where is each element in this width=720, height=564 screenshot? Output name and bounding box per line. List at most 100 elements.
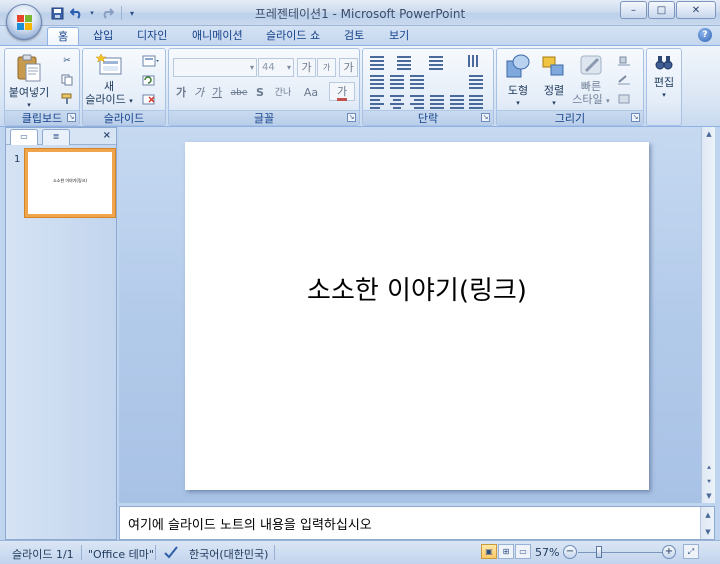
zoom-level[interactable]: 57% <box>535 546 559 559</box>
pane-close-icon[interactable]: × <box>103 130 111 141</box>
clipboard-launcher-icon[interactable]: ↘ <box>67 113 76 122</box>
binoculars-icon <box>655 56 673 70</box>
slides-group: 새 슬라이드 ▾ 슬라이드 <box>82 48 166 126</box>
slides-group-label: 슬라이드 <box>83 110 165 125</box>
slide-thumbnail[interactable]: 소소한 이야기(링크) <box>25 149 115 217</box>
align-right-icon[interactable] <box>408 93 426 109</box>
tab-slideshow[interactable]: 슬라이드 쇼 <box>256 27 330 46</box>
notes-scroll-down-icon[interactable]: ▼ <box>702 525 714 539</box>
editing-dropdown-icon: ▾ <box>662 91 666 99</box>
zoom-slider-track[interactable] <box>578 552 666 553</box>
slides-tab-icon[interactable]: ▭ <box>10 129 38 145</box>
change-case-button[interactable]: Aa <box>299 84 323 103</box>
theme-status: "Office 테마" <box>88 548 154 561</box>
grow-font-button[interactable]: 가 <box>297 58 316 77</box>
shapes-label: 도형 <box>507 84 529 97</box>
format-painter-icon[interactable] <box>59 92 75 106</box>
layout-icon[interactable] <box>141 54 161 68</box>
numbering-icon[interactable] <box>395 54 413 70</box>
tab-design[interactable]: 디자인 <box>127 27 177 46</box>
copy-icon[interactable] <box>59 73 75 87</box>
paragraph-launcher-icon[interactable]: ↘ <box>481 113 490 122</box>
line-spacing-icon[interactable] <box>408 73 426 89</box>
new-slide-button[interactable]: 새 슬라이드 ▾ <box>85 53 133 108</box>
drawing-group: 도형 ▾ 정렬 ▾ 빠른 스타일 ▾ 그리기 ↘ <box>496 48 644 126</box>
shape-outline-icon[interactable] <box>615 73 635 87</box>
outline-tab-icon[interactable]: ≣ <box>42 129 70 145</box>
align-text-icon[interactable] <box>467 73 485 89</box>
slide-canvas[interactable]: 소소한 이야기(링크) <box>185 142 649 490</box>
indent-decrease-icon[interactable] <box>368 73 386 89</box>
scroll-up-icon[interactable]: ▲ <box>703 127 715 141</box>
font-size-select[interactable]: 44 ▾ <box>258 58 294 77</box>
strikethrough-button[interactable]: abe <box>227 84 251 103</box>
decrease-indent-icon[interactable] <box>427 54 445 70</box>
underline-button[interactable]: 가 <box>209 84 225 103</box>
columns-icon[interactable] <box>448 93 466 109</box>
notes-pane[interactable]: 여기에 슬라이드 노트의 내용을 입력하십시오 ▲ ▼ <box>119 506 715 540</box>
editing-button[interactable]: 편집 ▾ <box>649 53 679 102</box>
editing-group: 편집 ▾ <box>646 48 682 126</box>
paragraph-group: 단락 ↘ <box>362 48 494 126</box>
slide-title[interactable]: 소소한 이야기(링크) <box>185 270 649 307</box>
maximize-button[interactable]: □ <box>648 1 675 19</box>
slide-thumbnail-text: 소소한 이야기(링크) <box>53 178 87 183</box>
indent-increase-icon[interactable] <box>388 73 406 89</box>
notes-placeholder[interactable]: 여기에 슬라이드 노트의 내용을 입력하십시오 <box>128 514 372 533</box>
shapes-button[interactable]: 도형 ▾ <box>501 53 535 110</box>
reset-slide-icon[interactable] <box>141 73 157 87</box>
spell-check-icon[interactable] <box>163 544 179 563</box>
zoom-out-icon[interactable]: − <box>563 545 577 559</box>
zoom-slider-thumb[interactable] <box>596 546 602 558</box>
tab-insert[interactable]: 삽입 <box>83 27 123 46</box>
slide-sorter-icon[interactable]: ⊞ <box>498 544 514 559</box>
drawing-launcher-icon[interactable]: ↘ <box>631 113 640 122</box>
tab-animations[interactable]: 애니메이션 <box>182 27 253 46</box>
close-button[interactable]: ✕ <box>676 1 716 19</box>
fit-to-window-icon[interactable]: ⤢ <box>683 544 699 559</box>
paste-button[interactable]: 붙여넣기 ▾ <box>8 53 50 112</box>
help-icon[interactable]: ? <box>698 28 712 42</box>
text-direction-icon[interactable] <box>467 54 485 70</box>
normal-view-icon[interactable]: ▣ <box>481 544 497 559</box>
scroll-down-icon[interactable]: ▼ <box>703 489 715 503</box>
smartart-icon[interactable] <box>467 93 485 109</box>
shadow-button[interactable]: S <box>253 84 267 103</box>
slide-scrollbar[interactable]: ▲ ⯅ ⯆ ▼ <box>701 127 715 503</box>
font-color-button[interactable]: 가 <box>329 82 355 101</box>
previous-slide-icon[interactable]: ⯅ <box>703 461 715 475</box>
bullets-icon[interactable] <box>368 54 386 70</box>
justify-icon[interactable] <box>428 93 446 109</box>
bold-button[interactable]: 가 <box>173 84 189 103</box>
notes-scroll-up-icon[interactable]: ▲ <box>702 508 714 522</box>
italic-button[interactable]: 가 <box>191 84 207 103</box>
character-spacing-button[interactable]: 간나 <box>269 84 297 103</box>
arrange-label: 정렬 <box>543 84 565 97</box>
notes-scrollbar[interactable]: ▲ ▼ <box>700 507 714 539</box>
minimize-button[interactable]: – <box>620 1 647 19</box>
paragraph-group-label: 단락 <box>363 110 493 125</box>
shape-fill-icon[interactable] <box>615 54 635 68</box>
slideshow-view-icon[interactable]: ▭ <box>515 544 531 559</box>
office-button[interactable] <box>6 4 42 40</box>
align-center-icon[interactable] <box>388 93 406 109</box>
status-separator <box>274 545 275 560</box>
shape-effects-icon[interactable] <box>615 92 635 106</box>
font-launcher-icon[interactable]: ↘ <box>347 113 356 122</box>
delete-slide-icon[interactable] <box>141 92 157 106</box>
clear-format-button[interactable]: 가 <box>339 58 358 77</box>
zoom-in-icon[interactable]: + <box>662 545 676 559</box>
align-left-icon[interactable] <box>368 93 386 109</box>
font-name-select[interactable]: ▾ <box>173 58 257 77</box>
tab-view[interactable]: 보기 <box>379 27 419 46</box>
shrink-font-button[interactable]: 가 <box>317 58 336 77</box>
cut-icon[interactable]: ✂ <box>59 54 75 68</box>
quick-styles-button[interactable]: 빠른 스타일 ▾ <box>571 53 611 108</box>
new-slide-label-1: 새 <box>103 80 115 93</box>
next-slide-icon[interactable]: ⯆ <box>703 475 715 489</box>
arrange-button[interactable]: 정렬 ▾ <box>537 53 571 110</box>
language-status[interactable]: 한국어(대한민국) <box>189 546 268 562</box>
tab-review[interactable]: 검토 <box>334 27 374 46</box>
tab-home[interactable]: 홈 <box>47 27 80 46</box>
font-name-dropdown-icon: ▾ <box>249 63 254 72</box>
